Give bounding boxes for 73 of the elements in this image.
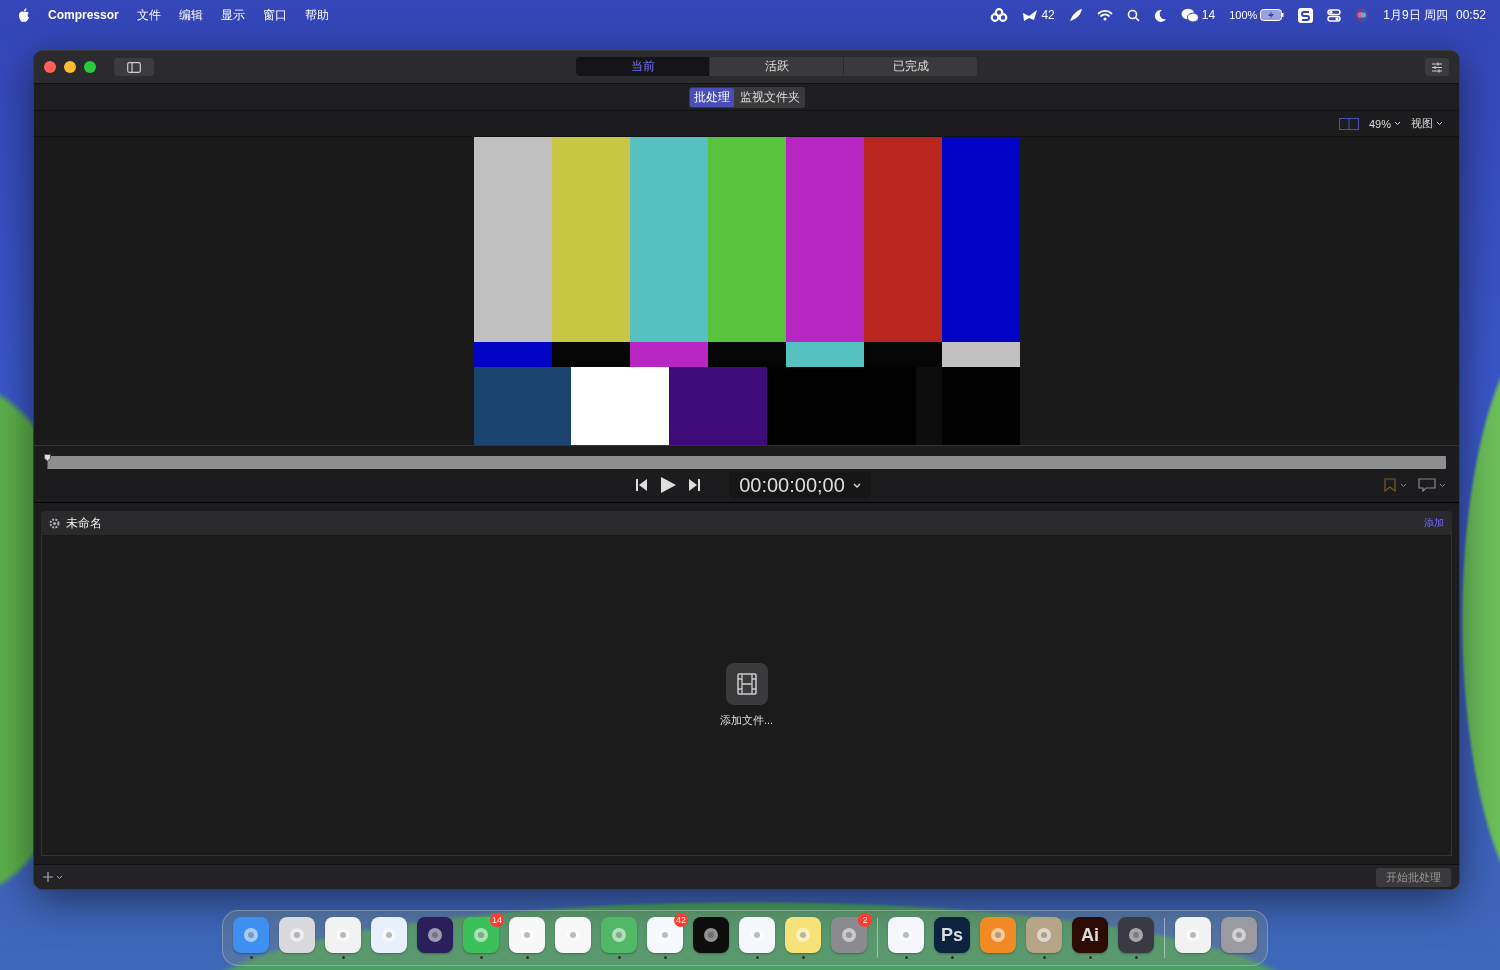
- batch-name: 未命名: [66, 514, 102, 532]
- timecode-field[interactable]: 00:00:00;00: [729, 472, 871, 499]
- segment-tab[interactable]: 当前: [576, 57, 710, 76]
- app-icon[interactable]: Ps: [934, 917, 970, 953]
- app-icon[interactable]: [417, 917, 453, 953]
- battery-icon[interactable]: [1260, 9, 1285, 21]
- search-icon[interactable]: [1126, 8, 1140, 22]
- app-icon[interactable]: [1026, 917, 1062, 953]
- menu-item[interactable]: 文件: [136, 6, 161, 24]
- zoom-button[interactable]: [84, 61, 96, 73]
- add-files-button[interactable]: [725, 662, 768, 705]
- chevron-icon: [1436, 121, 1443, 126]
- zoom-dropdown[interactable]: 49%: [1368, 117, 1401, 130]
- comment-icon[interactable]: [1418, 478, 1446, 493]
- cloud-icon[interactable]: [990, 8, 1009, 22]
- app-icon[interactable]: [555, 917, 591, 953]
- mode-tab[interactable]: 监视文件夹: [735, 87, 804, 107]
- view-dropdown[interactable]: 视图: [1411, 116, 1443, 131]
- chat-icon[interactable]: [1180, 7, 1199, 23]
- moon-icon[interactable]: [1153, 8, 1167, 22]
- sliders-icon: [1431, 61, 1443, 73]
- film-icon: [736, 672, 757, 695]
- menu-item[interactable]: 编辑: [178, 6, 203, 24]
- segment-tab[interactable]: 已完成: [844, 57, 978, 76]
- status-count: 42: [1041, 8, 1055, 22]
- app-icon[interactable]: [1118, 917, 1154, 953]
- app-icon[interactable]: [509, 917, 545, 953]
- mode-tab[interactable]: 批处理: [689, 87, 734, 107]
- add-files-label: 添加文件...: [719, 712, 774, 728]
- app-icon[interactable]: [739, 917, 775, 953]
- status-count: 14: [1201, 8, 1216, 22]
- app-icon[interactable]: [693, 917, 729, 953]
- sidebar-toggle-button[interactable]: [114, 58, 154, 76]
- menu-item[interactable]: 窗口: [262, 6, 287, 24]
- feather-icon[interactable]: [1068, 8, 1083, 22]
- viewer-layout-icon[interactable]: [1338, 117, 1359, 130]
- toggles-icon[interactable]: [1327, 8, 1342, 22]
- app-icon[interactable]: [233, 917, 269, 953]
- play-icon[interactable]: [660, 477, 676, 494]
- gear-icon: [49, 517, 60, 529]
- app-icon[interactable]: [325, 917, 361, 953]
- menu-date[interactable]: 1月9日 周四: [1383, 6, 1448, 24]
- segment-tab[interactable]: 活跃: [710, 57, 844, 76]
- s-icon[interactable]: [1298, 7, 1314, 23]
- start-batch-button[interactable]: 开始批处理: [1376, 867, 1451, 887]
- app-menu[interactable]: Compressor: [48, 8, 119, 22]
- notification-badge: 2: [858, 913, 872, 927]
- bookmark-icon[interactable]: [1384, 478, 1408, 493]
- menu-item[interactable]: 帮助: [304, 6, 329, 24]
- add-link[interactable]: 添加: [1424, 516, 1444, 530]
- menu-item[interactable]: 显示: [220, 6, 245, 24]
- minimize-button[interactable]: [64, 61, 76, 73]
- close-button[interactable]: [44, 61, 56, 73]
- settings-button[interactable]: [1425, 58, 1449, 76]
- app-icon[interactable]: [785, 917, 821, 953]
- app-icon[interactable]: [1221, 917, 1257, 953]
- menu-clock[interactable]: 00:52: [1455, 8, 1486, 22]
- skip-back-icon[interactable]: [635, 479, 648, 492]
- battery-percent: 100%: [1229, 9, 1258, 21]
- chevron-icon: [852, 482, 861, 488]
- wifi-icon[interactable]: [1096, 9, 1113, 21]
- app-icon[interactable]: [1175, 917, 1211, 953]
- app-icon[interactable]: Ai: [1072, 917, 1108, 953]
- sidebar-icon: [127, 61, 141, 73]
- plus-icon: [42, 871, 64, 883]
- skip-forward-icon[interactable]: [688, 479, 701, 492]
- apple-logo-icon[interactable]: [18, 8, 30, 22]
- app-icon[interactable]: [888, 917, 924, 953]
- chevron-icon: [1394, 121, 1401, 126]
- app-icon[interactable]: [279, 917, 315, 953]
- add-menu-button[interactable]: [42, 871, 64, 883]
- siri-icon[interactable]: [1355, 8, 1370, 22]
- app-icon[interactable]: [371, 917, 407, 953]
